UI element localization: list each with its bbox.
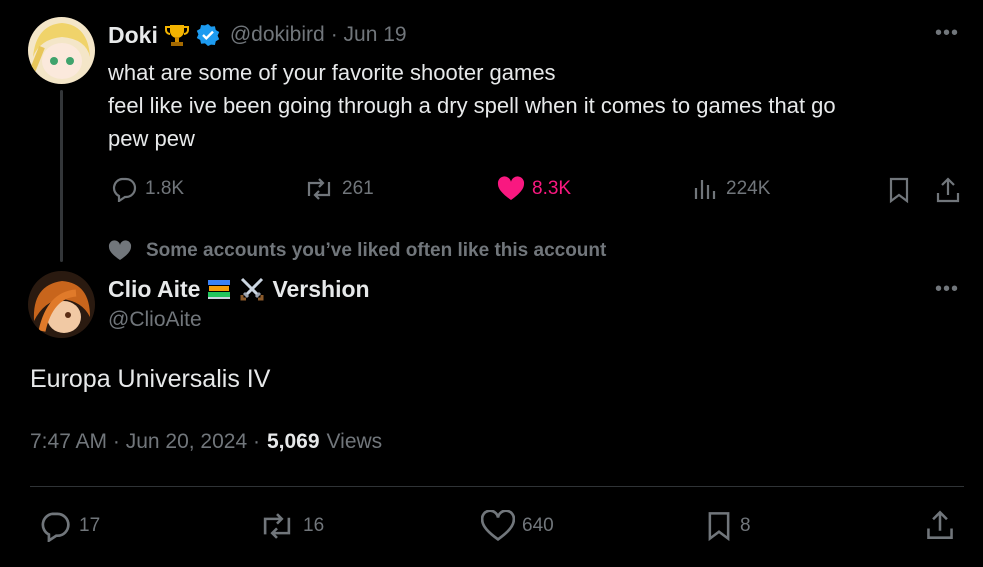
- divider: [30, 486, 964, 487]
- author-name-part2[interactable]: Vershion: [272, 276, 369, 303]
- parent-tweet-text: what are some of your favorite shooter g…: [108, 56, 958, 155]
- tweet-text-line: what are some of your favorite shooter g…: [108, 60, 556, 85]
- verified-badge-icon[interactable]: [196, 23, 220, 47]
- author-handle[interactable]: @dokibird: [230, 23, 325, 47]
- repost-count: 261: [342, 178, 374, 199]
- heart-icon: [481, 510, 515, 541]
- more-options-icon[interactable]: •••: [935, 22, 959, 45]
- author-handle[interactable]: @ClioAite: [108, 308, 202, 332]
- views-button[interactable]: 224K: [693, 176, 770, 202]
- repost-icon: [263, 513, 291, 539]
- repost-count: 16: [303, 515, 325, 536]
- heart-filled-icon: [497, 176, 525, 200]
- thread-line: [60, 90, 63, 262]
- bookmark-button[interactable]: 8: [705, 510, 751, 542]
- tweet-meta: 7:47 AM · Jun 20, 2024 · 5,069 Views: [30, 430, 382, 454]
- bookmark-icon: [708, 512, 730, 542]
- share-button[interactable]: [935, 176, 961, 209]
- share-button[interactable]: [925, 508, 955, 547]
- bookmark-button[interactable]: [887, 176, 911, 209]
- main-header: Clio Aite Vershion: [108, 274, 370, 304]
- social-context: Some accounts you’ve liked often like th…: [108, 240, 606, 262]
- share-icon: [936, 177, 960, 203]
- reply-icon: [41, 512, 70, 542]
- like-button[interactable]: 640: [481, 510, 554, 542]
- crossed-swords-icon: [238, 275, 266, 303]
- tweet-timestamp[interactable]: 7:47 AM · Jun 20, 2024 ·: [30, 430, 260, 454]
- repost-icon: [307, 178, 331, 200]
- reply-icon: [112, 177, 137, 202]
- repost-button[interactable]: 16: [258, 510, 324, 542]
- tweet-date[interactable]: · Jun 19: [331, 23, 407, 47]
- avatar-clio[interactable]: [28, 271, 95, 338]
- tweet-text-line: feel like ive been going through a dry s…: [108, 93, 836, 118]
- analytics-icon: [694, 180, 716, 199]
- author-name-part1[interactable]: Clio Aite: [108, 276, 200, 303]
- bookmark-count: 8: [740, 515, 751, 536]
- reply-button[interactable]: 1.8K: [110, 176, 184, 202]
- trophy-icon: [164, 22, 190, 48]
- social-context-text: Some accounts you’ve liked often like th…: [146, 240, 607, 261]
- like-count: 640: [522, 515, 554, 536]
- main-tweet-text: Europa Universalis IV: [30, 365, 271, 393]
- avatar-doki[interactable]: [28, 17, 95, 84]
- repost-button[interactable]: 261: [303, 176, 374, 202]
- views-count: 224K: [726, 178, 771, 199]
- parent-header: Doki @dokibird · Jun 19: [108, 20, 407, 50]
- more-options-icon[interactable]: •••: [935, 278, 959, 301]
- tweet-text-line: pew pew: [108, 126, 195, 151]
- reply-count: 1.8K: [145, 178, 185, 199]
- views-label: Views: [326, 430, 383, 453]
- share-icon: [927, 510, 953, 539]
- author-name[interactable]: Doki: [108, 22, 158, 49]
- like-count: 8.3K: [532, 178, 572, 199]
- like-button[interactable]: 8.3K: [497, 176, 571, 202]
- books-emoji-icon: [206, 276, 232, 302]
- reply-button[interactable]: 17: [38, 510, 100, 542]
- reply-count: 17: [79, 515, 101, 536]
- views-count: 5,069: [266, 430, 320, 453]
- heart-icon: [108, 240, 132, 260]
- bookmark-icon: [889, 177, 909, 204]
